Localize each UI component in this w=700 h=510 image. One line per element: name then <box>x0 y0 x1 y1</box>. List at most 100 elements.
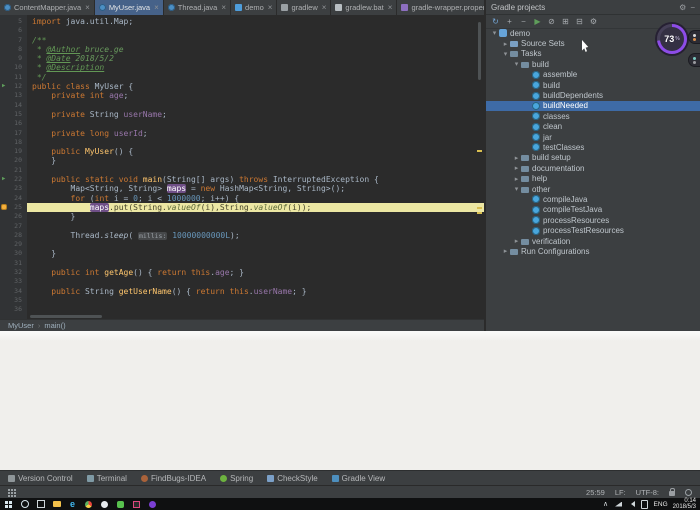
clock[interactable]: 0:14 2018/5/3 <box>673 498 696 510</box>
chevron-right-icon[interactable]: ▸ <box>501 247 510 255</box>
chrome-icon[interactable] <box>84 500 93 509</box>
code-line[interactable]: 21 <box>0 166 484 175</box>
recorder-progress-badge[interactable]: 73 % <box>657 24 687 54</box>
gradle-node-testclasses[interactable]: testClasses <box>486 142 700 152</box>
attach-project-icon[interactable]: + <box>503 15 516 28</box>
gradle-node-build[interactable]: ▾ build <box>486 59 700 69</box>
tab-gradle-wrapper-properties[interactable]: gradle-wrapper.properties× <box>397 0 484 15</box>
gradle-node-compiletestjava[interactable]: compileTestJava <box>486 205 700 215</box>
code-line[interactable]: 11 */ <box>0 73 484 82</box>
qq-icon[interactable] <box>100 500 109 509</box>
code-line[interactable]: 8 * @Author bruce.ge <box>0 45 484 54</box>
breadcrumb-item[interactable]: MyUser <box>8 321 34 330</box>
settings-icon[interactable]: ⚙ <box>679 3 686 12</box>
tab-close-icon[interactable]: × <box>154 3 159 12</box>
code-line[interactable]: 24 for (int i = 0; i < 1000000; i++) { <box>0 194 484 203</box>
encoding-indicator[interactable]: UTF-8: <box>636 488 659 497</box>
tab-demo[interactable]: demo × <box>231 0 278 15</box>
gradle-node-classes[interactable]: classes <box>486 111 700 121</box>
run-task-icon[interactable]: ▶ <box>531 15 544 28</box>
tab-close-icon[interactable]: × <box>221 3 226 12</box>
task-view-icon[interactable] <box>36 500 45 509</box>
lock-icon[interactable] <box>669 487 675 496</box>
wechat-icon[interactable] <box>116 500 125 509</box>
tab-gradlew[interactable]: gradlew × <box>277 0 332 15</box>
recorder-toolbar-tab-1[interactable] <box>688 30 700 44</box>
code-line[interactable]: 28 Thread.sleep( millis: 10000000000L); <box>0 231 484 240</box>
code-line[interactable]: 17 private long userId; <box>0 129 484 138</box>
gradle-node-processtestresources[interactable]: processTestResources <box>486 225 700 235</box>
code-line[interactable]: 9 * @Date 2018/5/2 <box>0 54 484 63</box>
edge-icon[interactable]: e <box>68 499 77 509</box>
chevron-down-icon[interactable]: ▾ <box>512 185 521 193</box>
gradle-node-run-configurations[interactable]: ▸ Run Configurations <box>486 246 700 256</box>
run-gutter-icon[interactable]: ▶ <box>2 82 5 91</box>
editor-horizontal-scrollbar[interactable] <box>30 315 102 318</box>
code-line[interactable]: ▶ 12 public class MyUser { <box>0 82 484 91</box>
code-line[interactable]: 7/** <box>0 36 484 45</box>
hide-panel-icon[interactable]: − <box>690 3 695 12</box>
tab-thread-java[interactable]: Thread.java × <box>164 0 232 15</box>
tab-gradlew-bat[interactable]: gradlew.bat × <box>331 0 398 15</box>
code-line[interactable]: 18 <box>0 138 484 147</box>
recorder-toolbar-tab-2[interactable] <box>688 53 700 67</box>
editor-vertical-scrollbar[interactable] <box>478 22 481 80</box>
code-editor[interactable]: 5 import java.util.Map; 6 7/** 8 * @Author b… <box>0 15 484 319</box>
code-line[interactable]: 19 public MyUser() { <box>0 147 484 156</box>
code-line[interactable]: 20 } <box>0 156 484 165</box>
error-stripe-mark[interactable] <box>477 207 482 209</box>
detach-project-icon[interactable]: − <box>517 15 530 28</box>
chevron-right-icon[interactable]: ▸ <box>512 237 521 245</box>
collapse-all-icon[interactable]: ⊟ <box>573 15 586 28</box>
toolwindow-button-checkstyle[interactable]: CheckStyle <box>261 474 323 483</box>
intellij-icon[interactable] <box>132 500 141 509</box>
gradle-node-builddependents[interactable]: buildDependents <box>486 90 700 100</box>
toolwindow-button-gradle-view[interactable]: Gradle View <box>326 474 391 483</box>
chevron-right-icon[interactable]: ▸ <box>501 40 510 48</box>
chevron-down-icon[interactable]: ▾ <box>512 60 521 68</box>
file-explorer-icon[interactable] <box>52 500 61 509</box>
input-language-indicator[interactable]: ENG <box>654 501 668 508</box>
code-line[interactable]: 30 } <box>0 249 484 258</box>
volume-icon[interactable] <box>628 500 636 509</box>
code-line[interactable]: ▶ 22 public static void main(String[] arg… <box>0 175 484 184</box>
code-line[interactable]: 23 Map<String, String> maps = new HashMa… <box>0 184 484 194</box>
code-line[interactable]: 34 public String getUserName() { return … <box>0 287 484 296</box>
gradle-node-processresources[interactable]: processResources <box>486 215 700 225</box>
tray-expand-icon[interactable]: ∧ <box>602 500 610 509</box>
code-line[interactable]: 10 * @Description <box>0 63 484 72</box>
breadcrumb-item[interactable]: main() <box>44 321 65 330</box>
caret-position[interactable]: 25:59 <box>586 488 605 497</box>
start-icon[interactable] <box>4 500 13 509</box>
code-line[interactable]: 31 <box>0 259 484 268</box>
gradle-node-assemble[interactable]: assemble <box>486 70 700 80</box>
offline-mode-icon[interactable]: ⊘ <box>545 15 558 28</box>
gradle-node-verification[interactable]: ▸ verification <box>486 236 700 246</box>
code-line[interactable]: 14 <box>0 101 484 110</box>
chevron-right-icon[interactable]: ▸ <box>512 164 521 172</box>
tab-close-icon[interactable]: × <box>85 3 90 12</box>
code-line[interactable]: 29 <box>0 240 484 249</box>
toolwindow-button-findbugs-idea[interactable]: FindBugs-IDEA <box>135 474 212 483</box>
gradle-node-build-setup[interactable]: ▸ build setup <box>486 153 700 163</box>
cortana-icon[interactable] <box>20 500 29 509</box>
code-line[interactable]: 6 <box>0 26 484 35</box>
gradle-node-help[interactable]: ▸ help <box>486 173 700 183</box>
settings-icon[interactable]: ⚙ <box>587 15 600 28</box>
recorder-icon[interactable] <box>148 500 157 509</box>
chevron-right-icon[interactable]: ▸ <box>512 175 521 183</box>
gradle-node-other[interactable]: ▾ other <box>486 184 700 194</box>
code-line[interactable]: 15 private String userName; <box>0 110 484 119</box>
gradle-node-jar[interactable]: jar <box>486 132 700 142</box>
tab-close-icon[interactable]: × <box>322 3 327 12</box>
chevron-right-icon[interactable]: ▸ <box>512 154 521 162</box>
code-line[interactable]: 16 <box>0 119 484 128</box>
code-line[interactable]: 36 <box>0 305 484 314</box>
error-stripe-mark[interactable] <box>477 212 482 214</box>
gradle-node-documentation[interactable]: ▸ documentation <box>486 163 700 173</box>
notifications-icon[interactable] <box>641 500 649 509</box>
code-line[interactable]: 25 maps.put(String.valueOf(i),String.val… <box>0 202 484 213</box>
code-line[interactable]: 26 } <box>0 212 484 221</box>
gradle-node-compilejava[interactable]: compileJava <box>486 194 700 204</box>
gradle-node-buildneeded[interactable]: buildNeeded <box>486 100 700 112</box>
